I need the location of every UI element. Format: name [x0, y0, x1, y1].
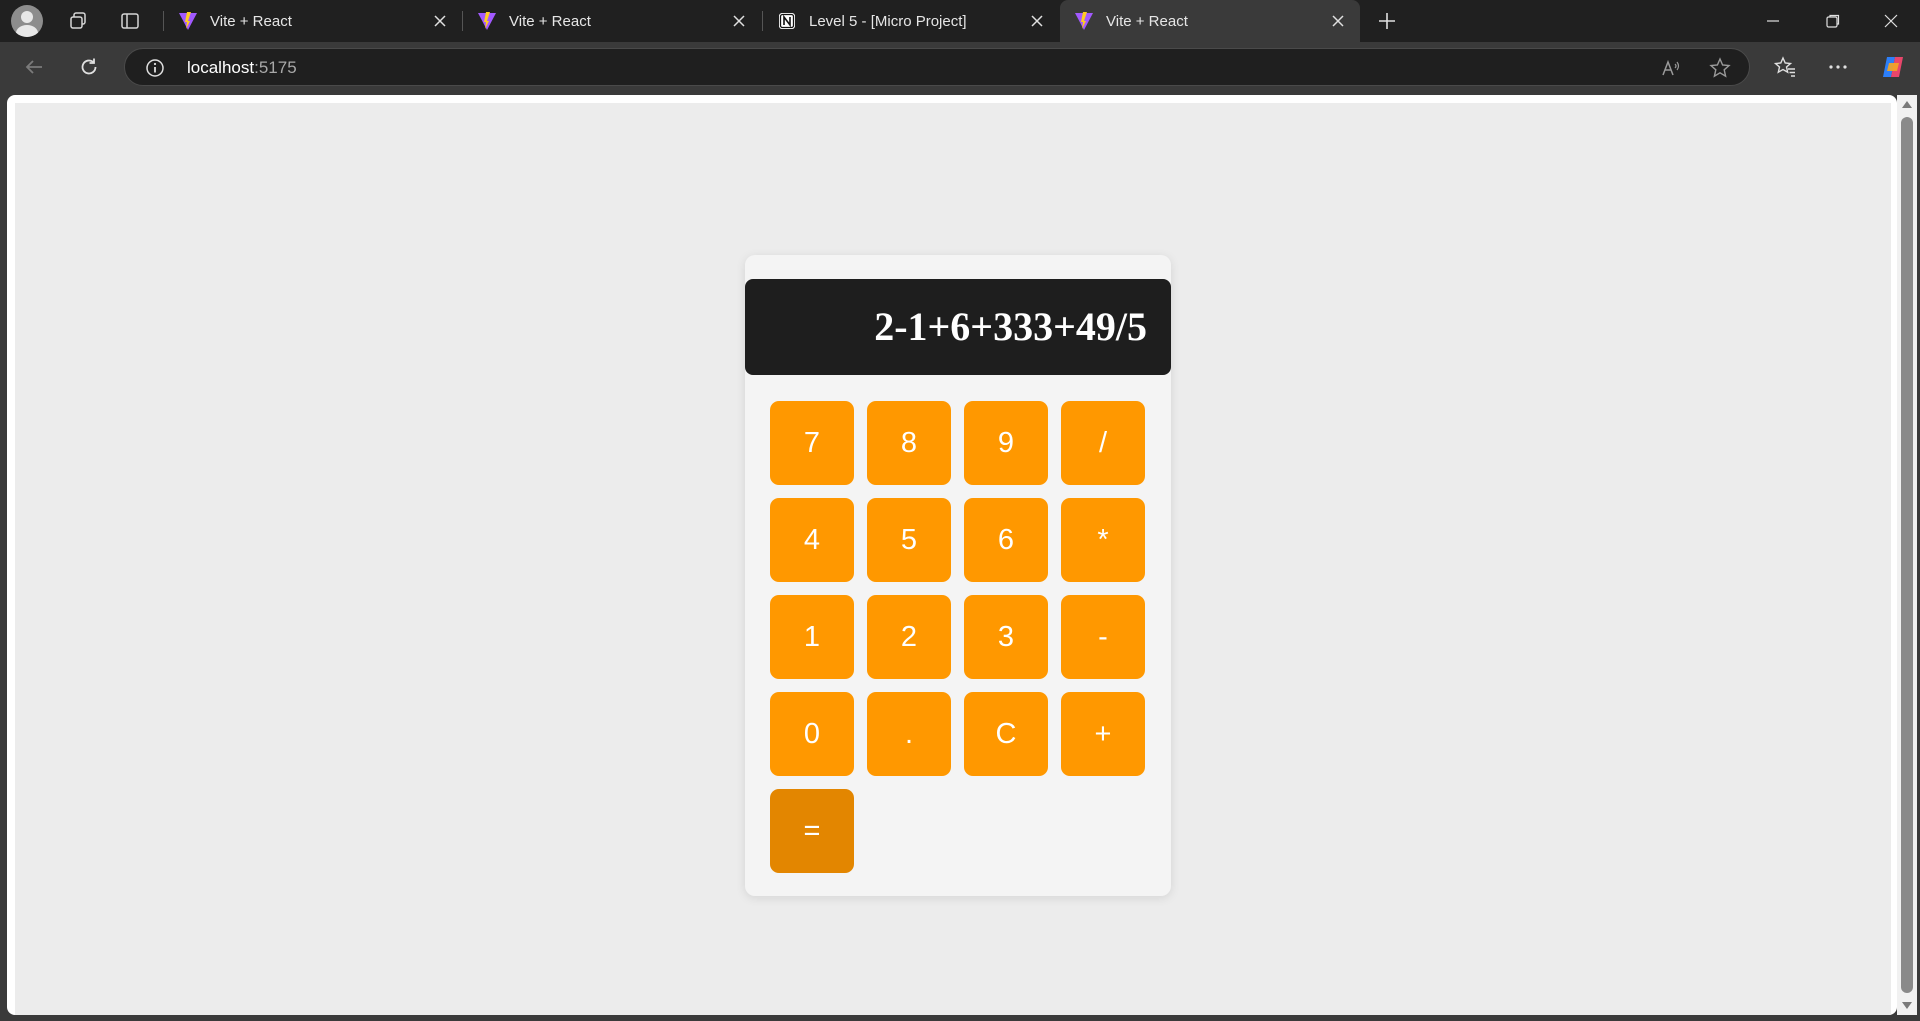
- scroll-down-icon[interactable]: [1902, 1002, 1912, 1009]
- divide-button[interactable]: /: [1061, 401, 1145, 485]
- keypad: 7 8 9 / 4 5 6 * 1 2 3 - 0 . C + =: [770, 401, 1145, 873]
- scroll-up-icon[interactable]: [1902, 101, 1912, 108]
- tab-level-5-micro-project[interactable]: Level 5 - [Micro Project]: [763, 0, 1059, 42]
- minimize-icon[interactable]: [1744, 0, 1802, 42]
- key-4-button[interactable]: 4: [770, 498, 854, 582]
- key-9-button[interactable]: 9: [964, 401, 1048, 485]
- key-6-button[interactable]: 6: [964, 498, 1048, 582]
- tab-title: Vite + React: [509, 12, 591, 30]
- viewport-frame: 2-1+6+333+49/5 7 8 9 / 4 5 6 * 1 2 3 - 0…: [0, 92, 1920, 1021]
- avatar-head: [21, 11, 33, 23]
- close-tab-icon[interactable]: [430, 11, 450, 31]
- scrollbar-thumb[interactable]: [1901, 117, 1913, 993]
- more-options-icon[interactable]: [1820, 50, 1856, 84]
- browser-toolbar: localhost:5175: [0, 42, 1920, 92]
- tab-title: Vite + React: [210, 12, 292, 30]
- key-0-button[interactable]: 0: [770, 692, 854, 776]
- url-text[interactable]: localhost:5175: [187, 58, 297, 78]
- vertical-scrollbar[interactable]: [1897, 95, 1917, 1015]
- multiply-button[interactable]: *: [1061, 498, 1145, 582]
- key-1-button[interactable]: 1: [770, 595, 854, 679]
- key-8-button[interactable]: 8: [867, 401, 951, 485]
- vite-icon: [179, 12, 197, 30]
- key-3-button[interactable]: 3: [964, 595, 1048, 679]
- key-2-button[interactable]: 2: [867, 595, 951, 679]
- notion-icon: [779, 13, 795, 29]
- copilot-icon[interactable]: [1875, 50, 1911, 84]
- tab-vite-react-2[interactable]: Vite + React: [463, 0, 761, 42]
- url-port: :5175: [254, 58, 297, 77]
- vertical-tabs-icon[interactable]: [115, 6, 145, 36]
- equals-button[interactable]: =: [770, 789, 854, 873]
- profile-avatar[interactable]: [11, 5, 43, 37]
- page-background: 2-1+6+333+49/5 7 8 9 / 4 5 6 * 1 2 3 - 0…: [15, 103, 1891, 1015]
- site-info-icon[interactable]: [145, 58, 165, 78]
- tab-vite-react-1[interactable]: Vite + React: [164, 0, 462, 42]
- key-7-button[interactable]: 7: [770, 401, 854, 485]
- workspaces-icon[interactable]: [63, 6, 93, 36]
- subtract-button[interactable]: -: [1061, 595, 1145, 679]
- web-page: 2-1+6+333+49/5 7 8 9 / 4 5 6 * 1 2 3 - 0…: [7, 95, 1897, 1015]
- refresh-icon[interactable]: [71, 50, 107, 84]
- read-aloud-icon[interactable]: [1658, 55, 1684, 81]
- close-tab-icon[interactable]: [1328, 11, 1348, 31]
- decimal-button[interactable]: .: [867, 692, 951, 776]
- calculator: 2-1+6+333+49/5 7 8 9 / 4 5 6 * 1 2 3 - 0…: [745, 255, 1171, 896]
- restore-icon[interactable]: [1804, 0, 1862, 42]
- close-tab-icon[interactable]: [729, 11, 749, 31]
- favorite-star-icon[interactable]: [1707, 55, 1733, 81]
- address-bar[interactable]: localhost:5175: [124, 48, 1750, 86]
- avatar-body: [16, 25, 38, 37]
- close-tab-icon[interactable]: [1027, 11, 1047, 31]
- tab-title: Level 5 - [Micro Project]: [809, 12, 967, 30]
- calculator-display: 2-1+6+333+49/5: [745, 279, 1171, 375]
- tab-title: Vite + React: [1106, 12, 1188, 30]
- add-button[interactable]: +: [1061, 692, 1145, 776]
- close-window-icon[interactable]: [1862, 0, 1920, 42]
- tab-vite-react-active[interactable]: Vite + React: [1060, 0, 1360, 42]
- favorites-icon[interactable]: [1767, 50, 1803, 84]
- vite-icon: [1075, 12, 1093, 30]
- new-tab-icon[interactable]: [1372, 6, 1402, 36]
- url-host: localhost: [187, 58, 255, 77]
- tab-strip: Vite + React Vite + React Level 5 - [Mic…: [0, 0, 1920, 42]
- back-arrow-icon[interactable]: [16, 50, 52, 84]
- clear-button[interactable]: C: [964, 692, 1048, 776]
- vite-icon: [478, 12, 496, 30]
- key-5-button[interactable]: 5: [867, 498, 951, 582]
